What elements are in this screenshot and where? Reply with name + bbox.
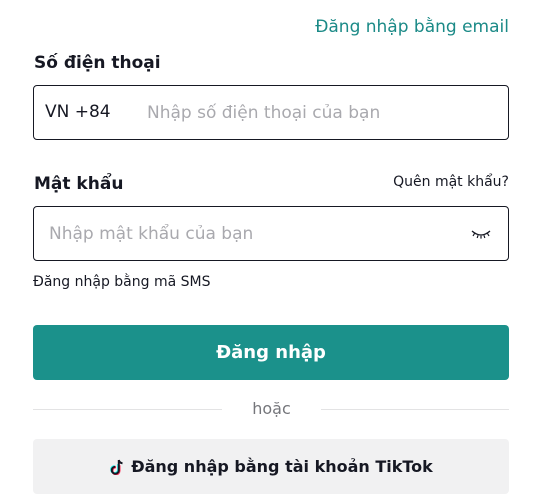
phone-label: Số điện thoại xyxy=(34,53,161,73)
eye-closed-icon[interactable] xyxy=(470,227,492,241)
login-form: Đăng nhập bằng email Số điện thoại VN +8… xyxy=(0,0,540,495)
password-label: Mật khẩu xyxy=(34,174,124,194)
sms-login-link[interactable]: Đăng nhập bằng mã SMS xyxy=(33,274,211,290)
country-code-selector[interactable]: VN +84 xyxy=(45,102,111,122)
password-field[interactable] xyxy=(33,206,509,261)
login-button[interactable]: Đăng nhập xyxy=(33,325,509,380)
divider-line-right xyxy=(321,409,509,410)
password-input[interactable] xyxy=(49,219,459,249)
tiktok-login-label: Đăng nhập bằng tài khoản TikTok xyxy=(131,457,433,476)
phone-field[interactable]: VN +84 xyxy=(33,85,509,140)
forgot-password-link[interactable]: Quên mật khẩu? xyxy=(393,174,509,190)
divider-line-left xyxy=(33,409,222,410)
tiktok-login-button[interactable]: Đăng nhập bằng tài khoản TikTok xyxy=(33,439,509,494)
tiktok-logo-icon xyxy=(109,459,123,475)
phone-input[interactable] xyxy=(147,98,487,128)
divider-text: hoặc xyxy=(252,399,291,418)
email-login-link[interactable]: Đăng nhập bằng email xyxy=(315,17,509,37)
